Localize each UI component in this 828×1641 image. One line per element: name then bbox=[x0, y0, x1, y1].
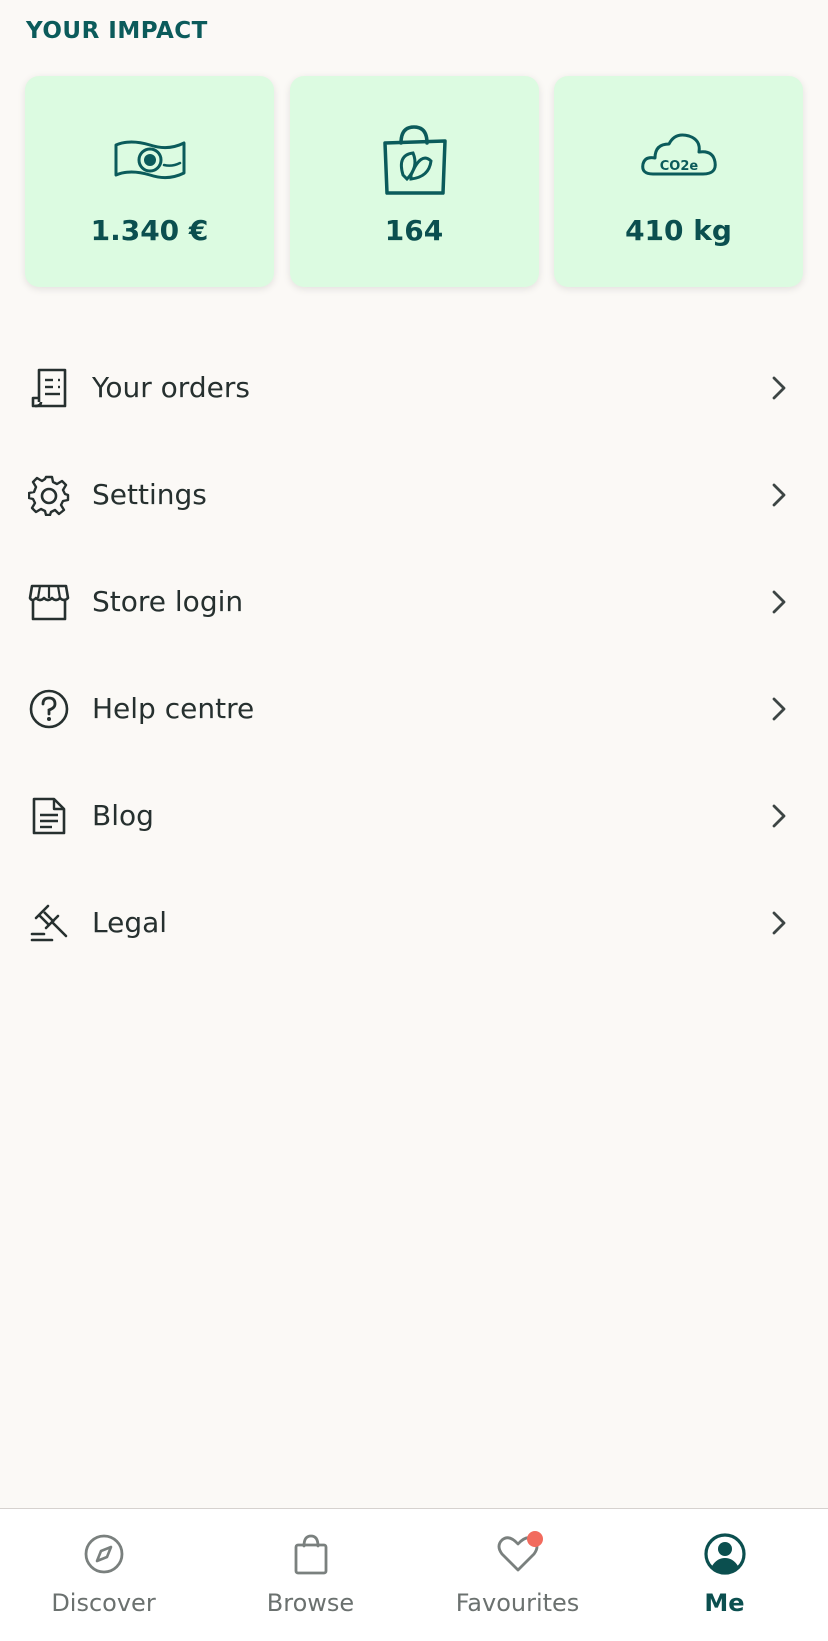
impact-section-title: YOUR IMPACT bbox=[26, 18, 208, 44]
tab-discover[interactable]: Discover bbox=[0, 1509, 207, 1641]
menu-item-settings[interactable]: Settings bbox=[0, 441, 828, 548]
gear-icon bbox=[26, 472, 72, 518]
impact-value-money: 1.340 € bbox=[90, 214, 209, 247]
tab-label: Discover bbox=[51, 1589, 156, 1617]
tab-browse[interactable]: Browse bbox=[207, 1509, 414, 1641]
impact-value-co2: 410 kg bbox=[625, 214, 732, 247]
menu-label: Store login bbox=[92, 585, 244, 618]
menu-label: Legal bbox=[92, 906, 168, 939]
gavel-icon bbox=[26, 900, 72, 946]
profile-icon bbox=[700, 1529, 750, 1579]
notification-badge bbox=[526, 1531, 543, 1547]
impact-cards: 1.340 € 164 CO2e 410 kg bbox=[25, 76, 803, 287]
co2-cloud-icon: CO2e bbox=[634, 120, 724, 200]
chevron-right-icon bbox=[764, 587, 794, 617]
impact-card-bags-saved[interactable]: 164 bbox=[289, 76, 539, 287]
receipt-icon bbox=[26, 365, 72, 411]
tab-label: Favourites bbox=[455, 1589, 580, 1617]
chevron-right-icon bbox=[764, 908, 794, 938]
impact-card-co2-avoided[interactable]: CO2e 410 kg bbox=[554, 76, 803, 287]
bottom-tab-bar: Discover Browse Favourites Me bbox=[0, 1508, 828, 1641]
menu-item-blog[interactable]: Blog bbox=[0, 762, 828, 869]
tab-label: Me bbox=[704, 1589, 745, 1617]
menu-label: Blog bbox=[92, 799, 154, 832]
menu-label: Your orders bbox=[92, 371, 250, 404]
chevron-right-icon bbox=[764, 801, 794, 831]
menu-item-store-login[interactable]: Store login bbox=[0, 548, 828, 655]
document-icon bbox=[26, 793, 72, 839]
tab-label: Browse bbox=[266, 1589, 355, 1617]
tab-favourites[interactable]: Favourites bbox=[414, 1509, 621, 1641]
compass-icon bbox=[79, 1529, 129, 1579]
chevron-right-icon bbox=[764, 373, 794, 403]
menu-item-help-centre[interactable]: Help centre bbox=[0, 655, 828, 762]
chevron-right-icon bbox=[764, 694, 794, 724]
tab-me[interactable]: Me bbox=[621, 1509, 828, 1641]
menu-item-your-orders[interactable]: Your orders bbox=[0, 334, 828, 441]
help-icon bbox=[26, 686, 72, 732]
store-icon bbox=[26, 579, 72, 625]
profile-menu: Your orders Settings Store login Help ce… bbox=[0, 334, 828, 976]
impact-value-bags: 164 bbox=[384, 214, 444, 247]
bag-icon bbox=[369, 120, 459, 200]
chevron-right-icon bbox=[764, 480, 794, 510]
heart-icon bbox=[493, 1529, 543, 1579]
co2-label: CO2e bbox=[659, 159, 698, 174]
bag-icon bbox=[286, 1529, 336, 1579]
impact-card-money-saved[interactable]: 1.340 € bbox=[25, 76, 274, 287]
menu-label: Settings bbox=[92, 478, 207, 511]
money-icon bbox=[105, 120, 195, 200]
menu-item-legal[interactable]: Legal bbox=[0, 869, 828, 976]
menu-label: Help centre bbox=[92, 692, 255, 725]
